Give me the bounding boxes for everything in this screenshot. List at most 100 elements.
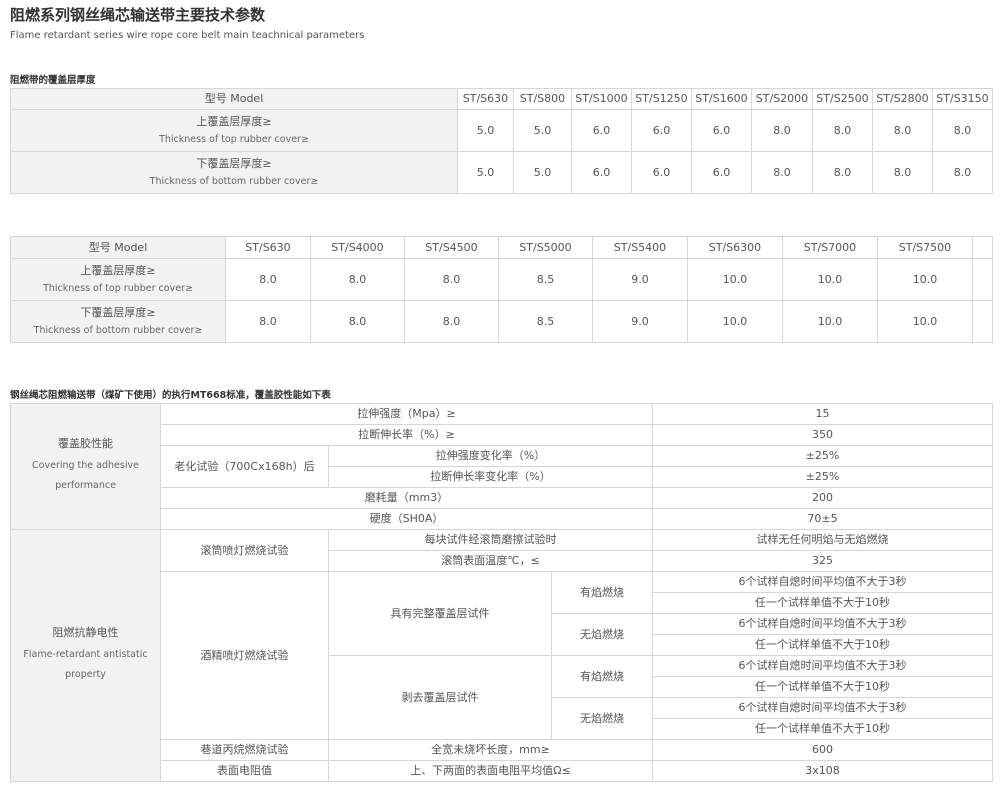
hardness-label: 硬度（SH0A） <box>159 508 654 530</box>
model-label: 型号 Model <box>10 236 226 259</box>
table-row: 下覆盖层厚度≥ Thickness of bottom rubber cover… <box>10 300 993 343</box>
value-cell: 6.0 <box>571 109 632 152</box>
model-cell: ST/S630 <box>225 236 311 259</box>
value-cell: 8.0 <box>751 151 813 194</box>
table-row: 型号 Model ST/S630 ST/S4000 ST/S4500 ST/S5… <box>10 236 993 259</box>
single-rule-value: 任一个试样单值不大于10秒 <box>652 634 994 656</box>
top-cover-label-en: Thickness of top rubber cover≥ <box>159 134 309 146</box>
tensile-label: 拉伸强度（Mpa）≥ <box>159 403 654 425</box>
model-cell: ST/S800 <box>513 88 572 110</box>
value-cell: 10.0 <box>687 258 783 301</box>
bottom-cover-label-en: Thickness of bottom rubber cover≥ <box>149 176 319 188</box>
aging-elongation-value: ±25% <box>652 466 994 488</box>
model-cell: ST/S1250 <box>631 88 692 110</box>
value-cell: 6.0 <box>571 151 632 194</box>
cover-thickness-table-2: 型号 Model ST/S630 ST/S4000 ST/S4500 ST/S5… <box>10 236 993 343</box>
model-cell: ST/S4000 <box>310 236 405 259</box>
value-cell: 8.5 <box>498 300 593 343</box>
value-cell: 10.0 <box>877 258 973 301</box>
model-cell: ST/S5000 <box>498 236 593 259</box>
value-cell: 8.0 <box>932 109 993 152</box>
value-cell: 8.0 <box>872 109 933 152</box>
value-cell: 8.0 <box>404 258 499 301</box>
alcohol-test-label: 酒精喷灯燃烧试验 <box>160 571 329 740</box>
page-subtitle: Flame retardant series wire rope core be… <box>10 30 365 41</box>
cover-performance-label-zh: 覆盖胶性能 <box>58 436 113 450</box>
table-row: 型号 Model ST/S630 ST/S800 ST/S1000 ST/S12… <box>10 88 993 110</box>
model-cell: ST/S7000 <box>782 236 878 259</box>
top-cover-label-en: Thickness of top rubber cover≥ <box>43 283 193 295</box>
value-cell: 8.0 <box>812 109 873 152</box>
value-cell: 9.0 <box>592 258 688 301</box>
value-cell: 8.0 <box>932 151 993 194</box>
bottom-cover-label: 下覆盖层厚度≥ Thickness of bottom rubber cover… <box>10 300 226 343</box>
value-cell: 6.0 <box>691 109 752 152</box>
model-cell: ST/S2500 <box>812 88 873 110</box>
tensile-value: 15 <box>652 403 994 425</box>
value-cell: 8.0 <box>872 151 933 194</box>
top-cover-label-zh: 上覆盖层厚度≥ <box>196 115 272 129</box>
value-cell: 10.0 <box>782 258 878 301</box>
value-cell: 6.0 <box>631 109 692 152</box>
section1-heading: 阻燃带的覆盖层厚度 <box>10 75 96 86</box>
value-cell: 9.0 <box>592 300 688 343</box>
value-cell: 10.0 <box>782 300 878 343</box>
hardness-value: 70±5 <box>652 508 994 530</box>
drum-test-label: 滚筒喷灯燃烧试验 <box>160 529 329 572</box>
value-cell: 8.0 <box>225 258 311 301</box>
bottom-cover-label: 下覆盖层厚度≥ Thickness of bottom rubber cover… <box>10 151 458 194</box>
value-cell: 5.0 <box>457 151 514 194</box>
model-cell: ST/S7500 <box>877 236 973 259</box>
value-cell: 8.0 <box>310 300 405 343</box>
model-cell: ST/S3150 <box>932 88 993 110</box>
value-cell: 5.0 <box>457 109 514 152</box>
cover-thickness-table-1: 型号 Model ST/S630 ST/S800 ST/S1000 ST/S12… <box>10 88 993 194</box>
model-cell: ST/S1600 <box>691 88 752 110</box>
table-row: 上覆盖层厚度≥ Thickness of top rubber cover≥ 8… <box>10 258 993 301</box>
model-cell <box>972 236 993 259</box>
top-cover-label-zh: 上覆盖层厚度≥ <box>80 264 156 278</box>
top-cover-label: 上覆盖层厚度≥ Thickness of top rubber cover≥ <box>10 258 226 301</box>
model-cell: ST/S1000 <box>571 88 632 110</box>
table-row: 上覆盖层厚度≥ Thickness of top rubber cover≥ 5… <box>10 109 993 152</box>
aging-tensile-value: ±25% <box>652 445 994 467</box>
value-cell: 10.0 <box>687 300 783 343</box>
cover-performance-label: 覆盖胶性能 Covering the adhesive performance <box>10 403 161 530</box>
section3-heading: 钢丝绳芯阻燃输送带（煤矿下使用）的执行MT668标准，覆盖胶性能如下表 <box>10 390 331 401</box>
value-cell <box>972 300 993 343</box>
flame-retardant-label-zh: 阻燃抗静电性 <box>52 625 119 639</box>
resistance-label: 表面电阻值 <box>160 760 329 782</box>
cover-performance-label-en: Covering the adhesive performance <box>32 460 139 492</box>
value-cell: 5.0 <box>513 151 572 194</box>
resistance-desc-label: 上、下两面的表面电阻平均值Ω≤ <box>327 760 654 782</box>
table-row: 阻燃抗静电性 Flame-retardant antistatic proper… <box>10 529 994 782</box>
model-cell: ST/S630 <box>457 88 514 110</box>
tunnel-test-label: 巷道丙烷燃烧试验 <box>160 739 329 761</box>
value-cell: 8.0 <box>751 109 813 152</box>
drum-temp-value: 325 <box>652 550 994 572</box>
single-rule-value: 任一个试样单值不大于10秒 <box>652 718 994 740</box>
value-cell: 6.0 <box>691 151 752 194</box>
resistance-value: 3x108 <box>652 760 994 782</box>
drum-temp-label: 滚筒表面温度℃，≤ <box>327 550 654 572</box>
wear-label: 磨耗量（mm3） <box>159 487 654 509</box>
model-cell: ST/S2800 <box>872 88 933 110</box>
value-cell: 8.0 <box>812 151 873 194</box>
single-rule-value: 任一个试样单值不大于10秒 <box>652 676 994 698</box>
table-row: 下覆盖层厚度≥ Thickness of bottom rubber cover… <box>10 151 993 194</box>
bottom-cover-label-zh: 下覆盖层厚度≥ <box>80 306 156 320</box>
flaming-label: 有焰燃烧 <box>550 655 654 698</box>
value-cell: 8.0 <box>225 300 311 343</box>
bottom-cover-label-zh: 下覆盖层厚度≥ <box>196 157 272 171</box>
value-cell: 8.5 <box>498 258 593 301</box>
flameless-label: 无焰燃烧 <box>550 613 654 656</box>
stripped-label: 剥去覆盖层试件 <box>328 655 552 740</box>
avg-rule-value: 6个试样自熄时间平均值不大于3秒 <box>652 697 994 719</box>
full-cover-label: 具有完整覆盖层试件 <box>328 571 552 656</box>
value-cell <box>972 258 993 301</box>
tunnel-value: 600 <box>652 739 994 761</box>
value-cell: 8.0 <box>404 300 499 343</box>
avg-rule-value: 6个试样自熄时间平均值不大于3秒 <box>652 655 994 677</box>
elongation-value: 350 <box>652 424 994 446</box>
value-cell: 5.0 <box>513 109 572 152</box>
